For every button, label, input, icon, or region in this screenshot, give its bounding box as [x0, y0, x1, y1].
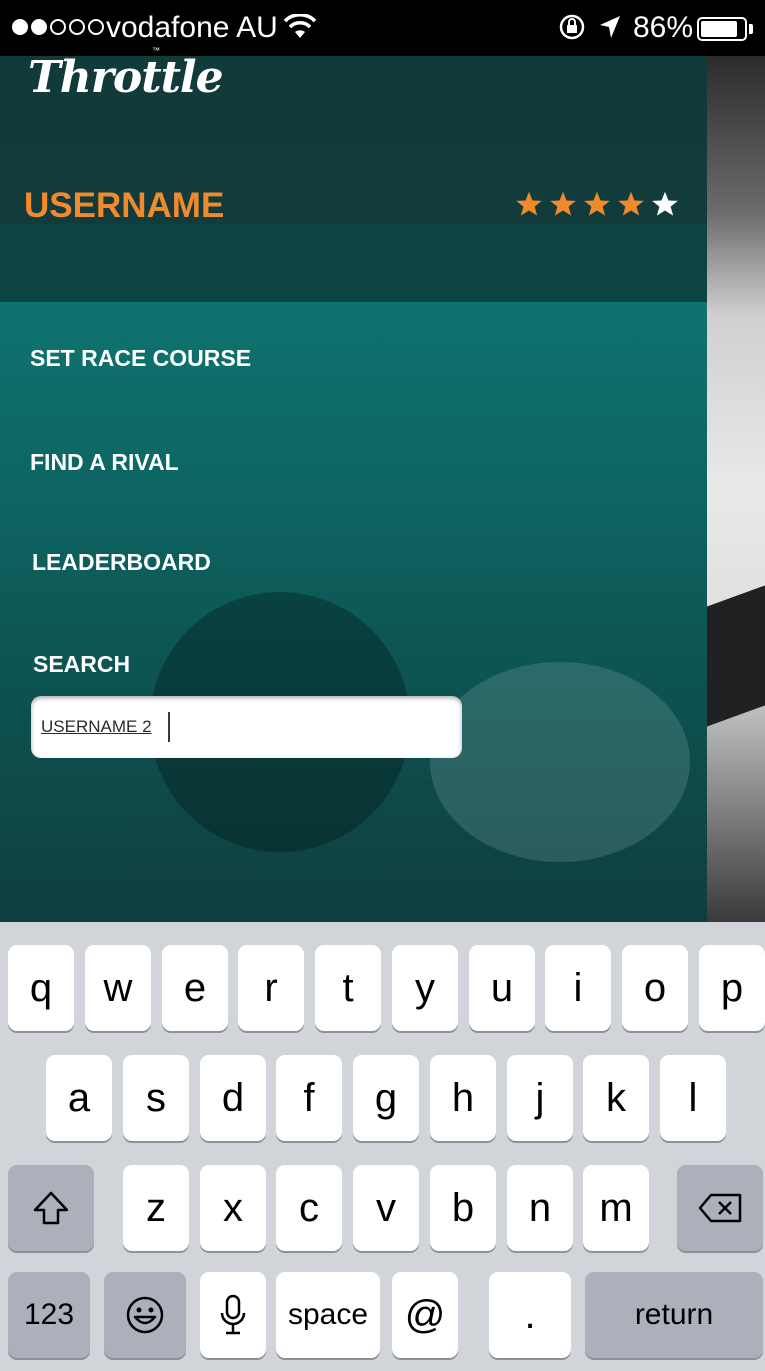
user-row — [0, 224, 707, 302]
key-i[interactable]: i — [545, 945, 611, 1031]
key-s[interactable]: s — [123, 1055, 189, 1141]
emoji-icon — [126, 1296, 164, 1334]
battery-icon — [697, 17, 747, 41]
location-arrow-icon — [600, 16, 620, 38]
key-r[interactable]: r — [238, 945, 304, 1031]
key-v[interactable]: v — [353, 1165, 419, 1251]
star-icon — [584, 191, 610, 216]
battery-level — [701, 21, 738, 37]
at-key[interactable]: @ — [392, 1272, 458, 1358]
menu-item-leaderboard[interactable]: LEADERBOARD — [32, 549, 211, 576]
key-e[interactable]: e — [162, 945, 228, 1031]
backspace-icon — [698, 1193, 742, 1223]
key-c[interactable]: c — [276, 1165, 342, 1251]
return-key[interactable]: return — [585, 1272, 763, 1358]
key-h[interactable]: h — [430, 1055, 496, 1141]
key-m[interactable]: m — [583, 1165, 649, 1251]
key-z[interactable]: z — [123, 1165, 189, 1251]
period-key[interactable]: . — [489, 1272, 571, 1358]
signal-strength-icon — [12, 19, 104, 35]
status-bar: vodafone AU 86% — [0, 0, 765, 56]
keyboard: q w e r t y u i o p a s d f g h j k l z … — [0, 922, 765, 1371]
key-l[interactable]: l — [660, 1055, 726, 1141]
backspace-key[interactable] — [677, 1165, 763, 1251]
key-n[interactable]: n — [507, 1165, 573, 1251]
key-d[interactable]: d — [200, 1055, 266, 1141]
star-icon — [652, 191, 678, 216]
emoji-key[interactable] — [104, 1272, 186, 1358]
menu-body — [0, 302, 707, 922]
key-g[interactable]: g — [353, 1055, 419, 1141]
key-b[interactable]: b — [430, 1165, 496, 1251]
key-o[interactable]: o — [622, 945, 688, 1031]
menu-item-find-a-rival[interactable]: FIND A RIVAL — [30, 449, 179, 476]
search-label: SEARCH — [33, 651, 131, 677]
key-p[interactable]: p — [699, 945, 765, 1031]
carrier-name: vodafone AU — [106, 11, 278, 44]
space-key[interactable]: space — [276, 1272, 380, 1358]
trademark-mark: ™ — [152, 46, 160, 55]
search-input[interactable]: USERNAME 2 — [31, 696, 462, 758]
orientation-lock-icon — [559, 14, 585, 40]
rating-stars — [515, 190, 679, 218]
key-a[interactable]: a — [46, 1055, 112, 1141]
key-x[interactable]: x — [200, 1165, 266, 1251]
battery-tip — [749, 24, 753, 34]
search-input-value: USERNAME 2 — [41, 717, 152, 736]
key-t[interactable]: t — [315, 945, 381, 1031]
key-w[interactable]: w — [85, 945, 151, 1031]
dictation-key[interactable] — [200, 1272, 266, 1358]
star-icon — [550, 191, 576, 216]
throttle-logo: Throttle — [28, 52, 224, 103]
wifi-icon — [284, 14, 316, 38]
star-icon — [516, 191, 542, 216]
text-caret — [168, 712, 170, 742]
star-icon — [618, 191, 644, 216]
car-headlight-shadow — [707, 585, 765, 727]
menu-item-set-race-course[interactable]: SET RACE COURSE — [30, 345, 251, 372]
numbers-key[interactable]: 123 — [8, 1272, 90, 1358]
shift-key[interactable] — [8, 1165, 94, 1251]
key-q[interactable]: q — [8, 945, 74, 1031]
username-label: USERNAME — [24, 186, 225, 225]
microphone-icon — [220, 1294, 246, 1335]
key-y[interactable]: y — [392, 945, 458, 1031]
key-u[interactable]: u — [469, 945, 535, 1031]
shift-icon — [33, 1191, 69, 1225]
key-k[interactable]: k — [583, 1055, 649, 1141]
key-f[interactable]: f — [276, 1055, 342, 1141]
battery-percent: 86% — [633, 11, 694, 44]
car-photo-strip — [707, 56, 765, 922]
key-j[interactable]: j — [507, 1055, 573, 1141]
car-bumper-highlight — [430, 662, 690, 862]
